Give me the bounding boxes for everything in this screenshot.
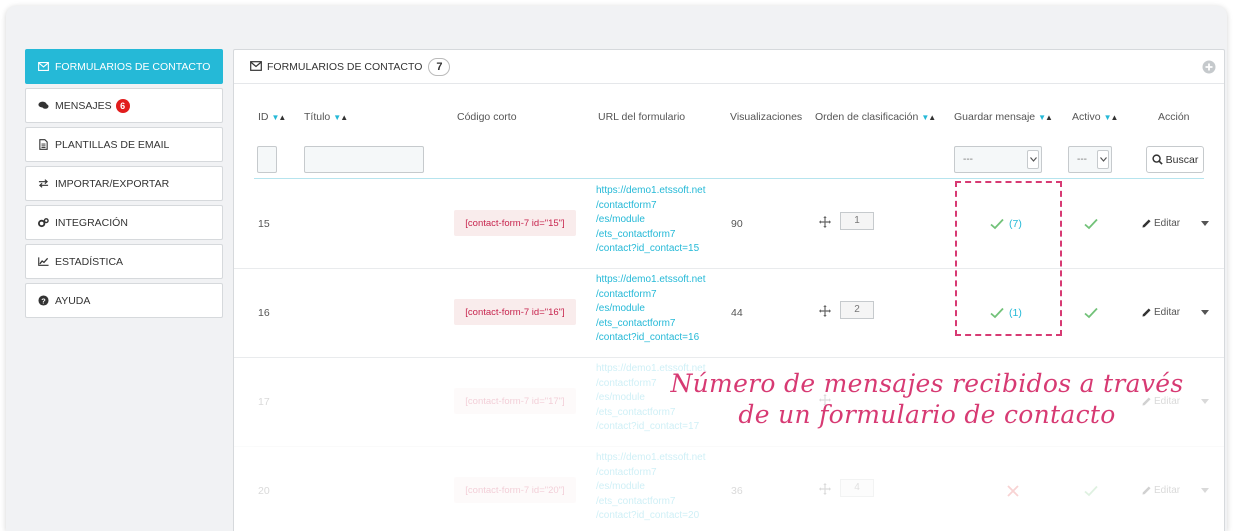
column-header-active[interactable]: Activo ▼▲ — [1072, 111, 1119, 123]
sidebar-item-label: FORMULARIOS DE CONTACTO — [55, 60, 211, 73]
svg-text:?: ? — [41, 296, 46, 305]
view-count: 36 — [731, 485, 743, 497]
app-window: FORMULARIOS DE CONTACTO MENSAJES 6 PLANT… — [6, 6, 1227, 531]
drag-move-icon[interactable] — [819, 216, 831, 228]
column-header-url: URL del formulario — [598, 111, 686, 123]
form-url-link[interactable]: https://demo1.etssoft.net /contactform7 … — [596, 451, 706, 524]
caret-down-icon[interactable] — [1201, 310, 1209, 316]
filter-divider — [254, 178, 1204, 179]
envelope-icon — [250, 61, 262, 72]
caret-down-icon[interactable] — [1201, 488, 1209, 494]
form-url-link[interactable]: https://demo1.etssoft.net /contactform7 … — [596, 273, 706, 346]
envelope-icon — [36, 61, 50, 73]
view-count: 44 — [731, 307, 743, 319]
sidebar-item-mensajes[interactable]: MENSAJES 6 — [25, 88, 223, 123]
row-id: 20 — [258, 485, 270, 497]
table-row: 16 [contact-form-7 id="16"] https://demo… — [234, 269, 1224, 358]
drag-move-icon[interactable] — [819, 305, 831, 317]
column-header-id[interactable]: ID ▼▲ — [258, 111, 287, 123]
table-row: 20 [contact-form-7 id="20"] https://demo… — [234, 447, 1224, 531]
position-input[interactable]: 4 — [840, 479, 874, 497]
drag-move-icon[interactable] — [819, 483, 831, 495]
check-icon[interactable] — [1084, 218, 1098, 230]
panel-title: FORMULARIOS DE CONTACTO — [267, 60, 423, 73]
edit-button[interactable]: Editar — [1142, 485, 1180, 496]
chevron-down-icon — [1027, 150, 1039, 169]
highlight-box — [955, 181, 1062, 336]
sort-icon[interactable]: ▼▲ — [272, 113, 287, 122]
view-count: 90 — [731, 218, 743, 230]
id-filter-input[interactable] — [257, 146, 277, 173]
file-icon — [36, 139, 50, 151]
sidebar-item-label: AYUDA — [55, 294, 91, 307]
add-new-icon[interactable] — [1202, 60, 1216, 74]
shortcode: [contact-form-7 id="16"] — [454, 299, 576, 325]
sidebar-item-formularios[interactable]: FORMULARIOS DE CONTACTO — [25, 49, 223, 84]
sidebar-item-estadistica[interactable]: ESTADÍSTICA — [25, 244, 223, 279]
sidebar-item-integracion[interactable]: INTEGRACIÓN — [25, 205, 223, 240]
sidebar: FORMULARIOS DE CONTACTO MENSAJES 6 PLANT… — [25, 49, 223, 322]
sidebar-item-plantillas[interactable]: PLANTILLAS DE EMAIL — [25, 127, 223, 162]
sidebar-item-label: ESTADÍSTICA — [55, 255, 124, 268]
shortcode: [contact-form-7 id="20"] — [454, 477, 576, 503]
edit-button[interactable]: Editar — [1142, 218, 1180, 229]
cogs-icon — [36, 217, 50, 229]
row-id: 15 — [258, 218, 270, 230]
sidebar-item-label: IMPORTAR/EXPORTAR — [55, 177, 170, 190]
cross-icon[interactable] — [1007, 485, 1019, 497]
pencil-icon — [1142, 308, 1151, 317]
sidebar-item-ayuda[interactable]: ? AYUDA — [25, 283, 223, 318]
chevron-down-icon — [1097, 150, 1109, 169]
save-filter-select[interactable]: --- — [954, 146, 1042, 173]
search-icon — [1152, 154, 1163, 165]
comments-icon — [36, 100, 50, 112]
sidebar-item-label: MENSAJES — [55, 99, 112, 112]
column-header-order[interactable]: Orden de clasificación ▼▲ — [815, 111, 936, 123]
active-filter-select[interactable]: --- — [1068, 146, 1112, 173]
check-icon[interactable] — [1084, 307, 1098, 319]
sort-icon[interactable]: ▼▲ — [1104, 113, 1119, 122]
forms-count-badge: 7 — [428, 57, 451, 76]
edit-button[interactable]: Editar — [1142, 307, 1180, 318]
sort-icon[interactable]: ▼▲ — [1038, 113, 1053, 122]
search-button[interactable]: Buscar — [1146, 146, 1204, 173]
sidebar-item-label: PLANTILLAS DE EMAIL — [55, 138, 170, 151]
pencil-icon — [1142, 219, 1151, 228]
question-icon: ? — [36, 295, 50, 307]
form-url-link[interactable]: https://demo1.etssoft.net /contactform7 … — [596, 184, 706, 257]
pencil-icon — [1142, 486, 1151, 495]
sort-icon[interactable]: ▼▲ — [921, 113, 936, 122]
title-filter-input[interactable] — [304, 146, 424, 173]
row-id: 16 — [258, 307, 270, 319]
column-header-views: Visualizaciones — [730, 111, 803, 123]
panel-header: FORMULARIOS DE CONTACTO 7 — [234, 50, 1224, 84]
shortcode: [contact-form-7 id="17"] — [454, 388, 576, 414]
column-header-action: Acción — [1158, 111, 1190, 123]
row-id: 17 — [258, 396, 270, 408]
chart-icon — [36, 256, 50, 268]
caret-down-icon[interactable] — [1201, 221, 1209, 227]
sidebar-item-importar[interactable]: IMPORTAR/EXPORTAR — [25, 166, 223, 201]
position-input[interactable]: 1 — [840, 212, 874, 230]
messages-badge: 6 — [115, 98, 130, 113]
contact-forms-panel: FORMULARIOS DE CONTACTO 7 ID ▼▲ Título ▼▲ … — [233, 49, 1225, 531]
annotation-text: Número de mensajes recibidos a través de… — [670, 369, 1184, 429]
position-input[interactable]: 2 — [840, 301, 874, 319]
sidebar-item-label: INTEGRACIÓN — [55, 216, 128, 229]
column-header-title[interactable]: Título ▼▲ — [304, 111, 348, 123]
table-row: 15 [contact-form-7 id="15"] https://demo… — [234, 180, 1224, 269]
shortcode: [contact-form-7 id="15"] — [454, 210, 576, 236]
column-header-save[interactable]: Guardar mensaje ▼▲ — [954, 111, 1053, 123]
check-icon[interactable] — [1084, 485, 1098, 497]
column-header-shortcode: Código corto — [457, 111, 517, 123]
exchange-icon — [36, 178, 50, 190]
sort-icon[interactable]: ▼▲ — [333, 113, 348, 122]
